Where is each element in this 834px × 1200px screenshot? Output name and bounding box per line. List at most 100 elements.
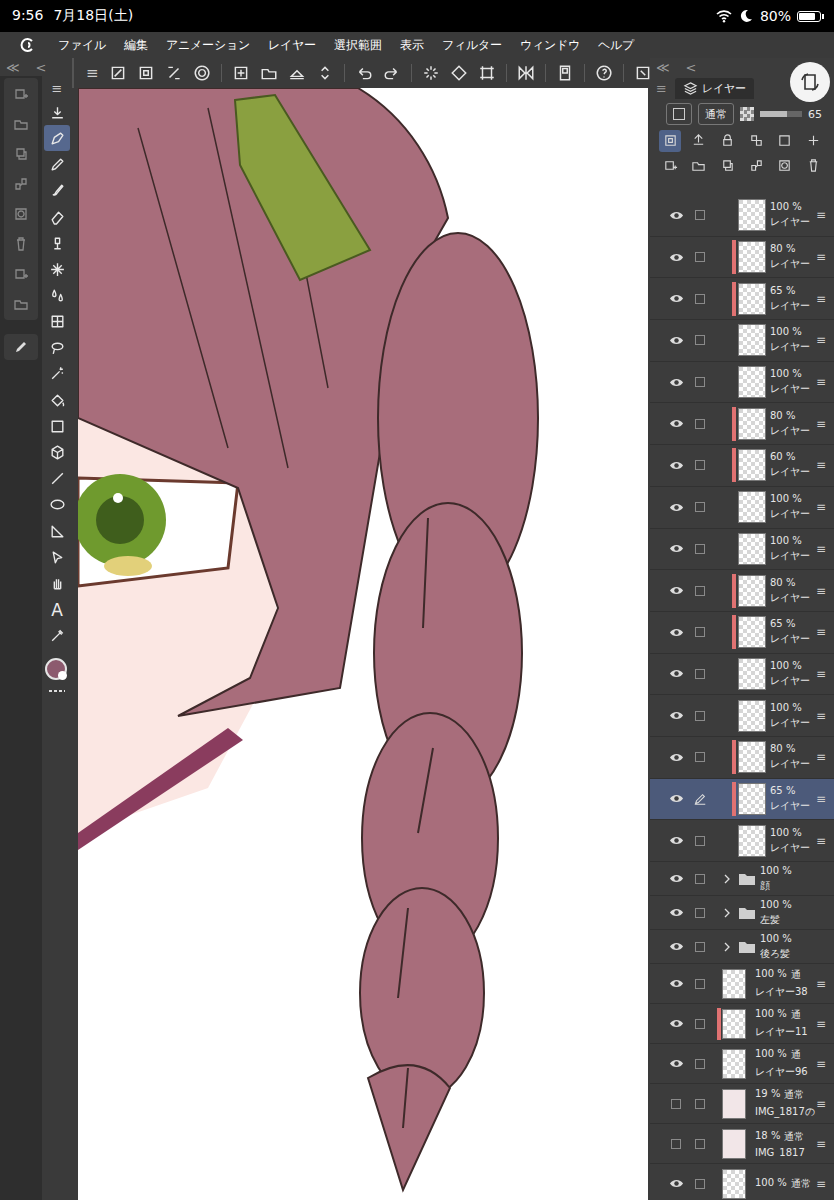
transparent-color-icon[interactable] (47, 687, 67, 695)
lock-button[interactable] (717, 130, 739, 152)
chevron-icon[interactable] (722, 908, 732, 918)
tool-button[interactable] (44, 282, 70, 308)
layer-row[interactable]: 19 % 通常 IMG_1817の ≡ (650, 1084, 834, 1124)
eye-icon[interactable] (669, 833, 684, 848)
visibility-box[interactable] (671, 1099, 681, 1109)
layer-row[interactable]: 100 % レイヤー ≡ (650, 195, 834, 237)
tool-button[interactable] (44, 518, 70, 544)
layer-checkbox[interactable] (695, 908, 705, 918)
eye-icon[interactable] (669, 333, 684, 348)
tool-button[interactable] (44, 125, 70, 151)
menu-item[interactable]: 編集 (124, 37, 148, 54)
strip-icon[interactable] (13, 146, 29, 162)
layer-menu-button[interactable]: ≡ (816, 667, 830, 681)
tool-button[interactable] (44, 230, 70, 256)
layer-row[interactable]: 100 % 左髪 (650, 896, 834, 930)
command-icon[interactable] (355, 64, 373, 82)
tool-button[interactable] (44, 439, 70, 465)
layer-row[interactable]: 80 % レイヤー ≡ (650, 570, 834, 612)
tool-button[interactable] (44, 335, 70, 361)
layer-row[interactable]: 100 % レイヤー ≡ (650, 487, 834, 529)
layer-menu-button[interactable]: ≡ (816, 458, 830, 472)
lock-button[interactable] (803, 130, 825, 152)
layer-row[interactable]: 80 % レイヤー ≡ (650, 237, 834, 279)
eye-icon[interactable] (669, 375, 684, 390)
layer-row[interactable]: 100 % 通常 ≡ (650, 1164, 834, 1200)
tool-button[interactable] (44, 466, 70, 492)
command-menu-button[interactable]: ≡ (86, 66, 99, 81)
layer-menu-button[interactable]: ≡ (816, 1017, 830, 1031)
layer-row[interactable]: 100 % 顔 (650, 862, 834, 896)
layer-menu-button[interactable]: ≡ (816, 750, 830, 764)
menu-item[interactable]: 表示 (400, 37, 424, 54)
tool-button[interactable] (44, 151, 70, 177)
layer-menu-button[interactable]: ≡ (816, 625, 830, 639)
layer-menu-button[interactable]: ≡ (816, 1177, 830, 1191)
eye-icon[interactable] (669, 250, 684, 265)
command-icon[interactable] (478, 64, 496, 82)
tool-button[interactable] (44, 361, 70, 387)
command-icon[interactable] (165, 64, 183, 82)
color-swatches[interactable] (44, 657, 70, 685)
command-icon[interactable] (109, 64, 127, 82)
layer-checkbox[interactable] (695, 1019, 705, 1029)
command-icon[interactable] (288, 64, 306, 82)
layer-menu-button[interactable]: ≡ (816, 292, 830, 306)
layer-checkbox[interactable] (695, 836, 705, 846)
tool-button[interactable] (44, 204, 70, 230)
strip-icon[interactable] (13, 296, 29, 312)
pen-icon[interactable] (13, 339, 29, 355)
layer-checkbox[interactable] (695, 210, 705, 220)
eye-icon[interactable] (669, 905, 684, 920)
layer-menu-button[interactable]: ≡ (816, 834, 830, 848)
layer-checkbox[interactable] (695, 460, 705, 470)
layer-menu-button[interactable]: ≡ (816, 977, 830, 991)
menu-item[interactable]: フィルター (442, 37, 502, 54)
layer-action-button[interactable] (803, 155, 825, 177)
panel-collapse-all-button[interactable]: ≪ (656, 61, 670, 74)
lock-button[interactable] (659, 130, 681, 152)
command-icon[interactable] (450, 64, 468, 82)
chevron-icon[interactable] (722, 942, 732, 952)
command-icon[interactable] (260, 64, 278, 82)
eye-icon[interactable] (669, 976, 684, 991)
command-icon[interactable] (383, 64, 401, 82)
canvas[interactable] (78, 88, 648, 1200)
layer-action-button[interactable] (659, 155, 681, 177)
layer-checkbox[interactable] (695, 1139, 705, 1149)
strip-icon[interactable] (13, 236, 29, 252)
eye-icon[interactable] (669, 291, 684, 306)
lock-button[interactable] (688, 130, 710, 152)
command-icon[interactable] (634, 64, 652, 82)
blend-mode-dropdown[interactable]: 通常 (698, 103, 734, 125)
layer-checkbox[interactable] (695, 942, 705, 952)
command-icon[interactable] (556, 64, 574, 82)
layer-checkbox[interactable] (695, 335, 705, 345)
eye-icon[interactable] (669, 1016, 684, 1031)
layer-row[interactable]: 18 % 通常 IMG_1817 ≡ (650, 1124, 834, 1164)
panel-menu-button[interactable]: ≡ (656, 82, 667, 95)
layer-type-dropdown[interactable] (666, 103, 692, 125)
eye-icon[interactable] (669, 458, 684, 473)
tool-button[interactable] (44, 99, 70, 125)
layer-checkbox[interactable] (695, 1059, 705, 1069)
eye-icon[interactable] (669, 791, 684, 806)
layer-action-button[interactable] (774, 155, 796, 177)
tool-button[interactable] (44, 256, 70, 282)
layer-action-button[interactable] (717, 155, 739, 177)
eye-icon[interactable] (669, 1056, 684, 1071)
tool-button[interactable] (44, 309, 70, 335)
opacity-value[interactable]: 65 (808, 108, 834, 121)
layer-row[interactable]: 100 % レイヤー ≡ (650, 695, 834, 737)
layer-menu-button[interactable]: ≡ (816, 250, 830, 264)
lock-button[interactable] (774, 130, 796, 152)
eye-icon[interactable] (669, 208, 684, 223)
layer-checkbox[interactable] (695, 627, 705, 637)
layer-menu-button[interactable]: ≡ (816, 375, 830, 389)
tool-button[interactable] (44, 492, 70, 518)
layer-checkbox[interactable] (695, 752, 705, 762)
menu-item[interactable]: ウィンドウ (520, 37, 580, 54)
layer-row[interactable]: 100 % レイヤー ≡ (650, 820, 834, 862)
tool-button[interactable] (44, 387, 70, 413)
layer-tab[interactable]: レイヤー (675, 78, 754, 99)
